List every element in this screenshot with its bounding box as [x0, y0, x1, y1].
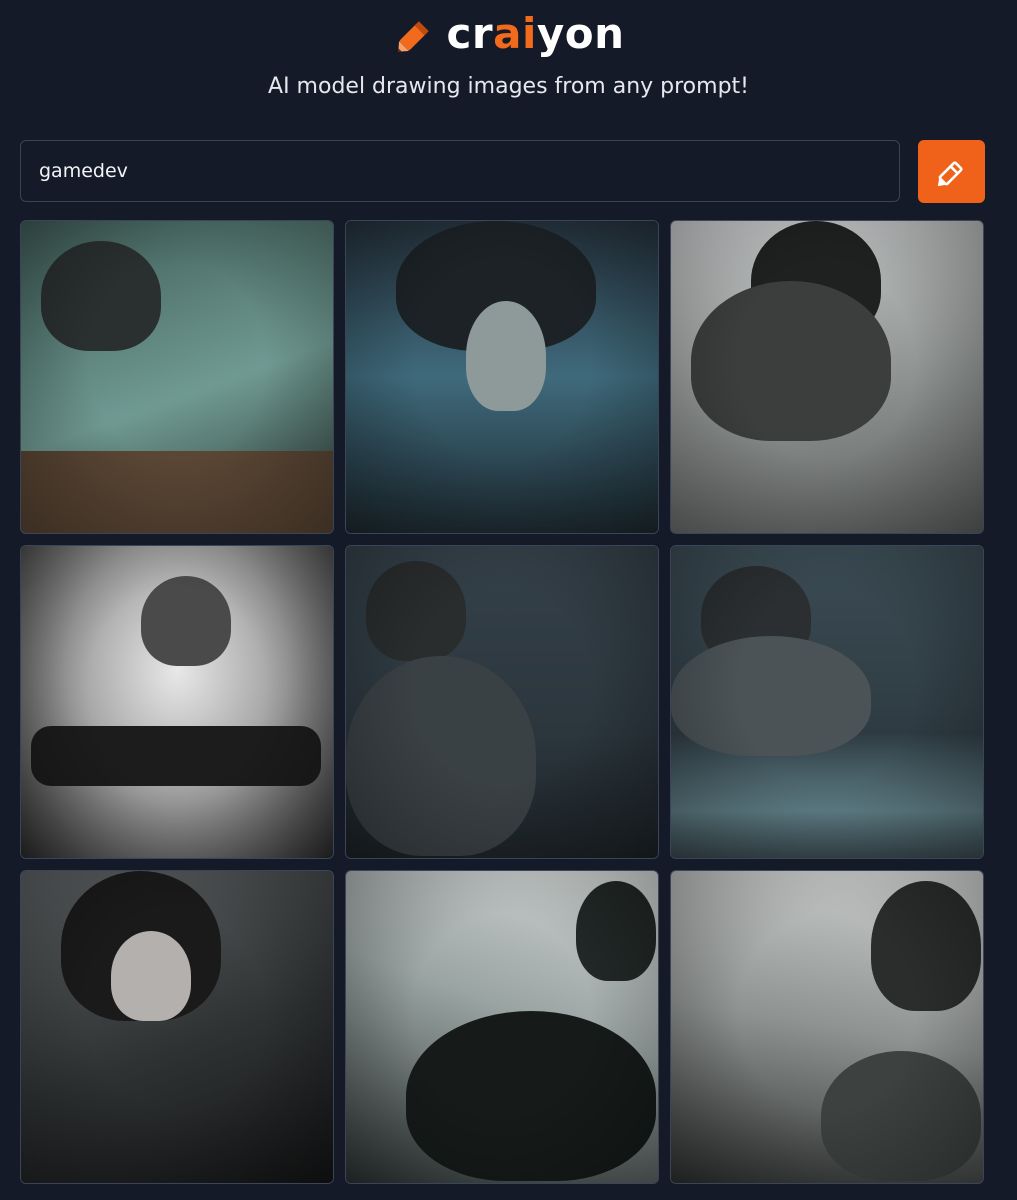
result-image-9[interactable] — [670, 870, 984, 1184]
logo-wordmark-end: yon — [536, 9, 625, 58]
logo-wordmark-start: cr — [446, 9, 494, 58]
draw-button[interactable] — [918, 140, 985, 203]
logo-wordmark: craiyon — [447, 13, 625, 55]
logo-wordmark-accent: ai — [493, 9, 537, 58]
crayon-pencil-icon — [397, 21, 429, 52]
results-grid — [20, 220, 985, 1185]
craiyon-page: craiyon AI model drawing images from any… — [0, 0, 1017, 1200]
prompt-input[interactable] — [20, 140, 900, 202]
result-image-3[interactable] — [670, 220, 984, 534]
pencil-icon — [937, 160, 963, 186]
result-image-2[interactable] — [345, 220, 659, 534]
result-image-4[interactable] — [20, 545, 334, 859]
result-image-1[interactable] — [20, 220, 334, 534]
tagline: AI model drawing images from any prompt! — [268, 74, 749, 99]
result-image-6[interactable] — [670, 545, 984, 859]
craiyon-logo[interactable]: craiyon — [0, 8, 1017, 60]
result-image-5[interactable] — [345, 545, 659, 859]
result-image-8[interactable] — [345, 870, 659, 1184]
result-image-7[interactable] — [20, 870, 334, 1184]
